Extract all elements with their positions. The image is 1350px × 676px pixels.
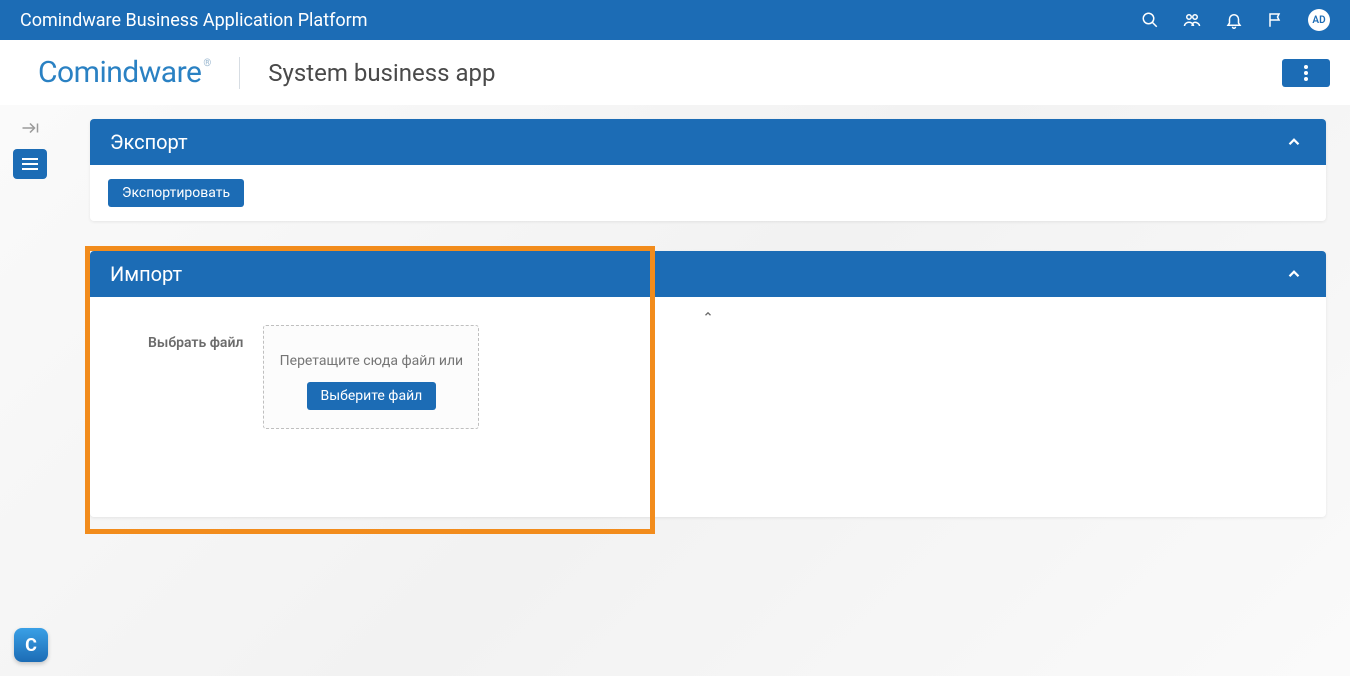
avatar[interactable]: AD [1308, 9, 1330, 31]
content: Экспорт Экспортировать Импорт [60, 105, 1350, 676]
flag-icon[interactable] [1266, 10, 1286, 30]
import-panel-title: Импорт [110, 262, 1282, 286]
collapse-section-icon[interactable] [701, 309, 715, 319]
export-panel-body: Экспортировать [90, 165, 1326, 221]
logo-sup: ® [203, 58, 211, 69]
bell-icon[interactable] [1224, 10, 1244, 30]
page-title: System business app [268, 59, 495, 87]
dropzone-text: Перетащите сюда файл или [278, 352, 464, 372]
choose-file-button[interactable]: Выберите файл [307, 382, 437, 410]
header: Comindware ® System business app [0, 40, 1350, 105]
siderail: C [0, 105, 60, 676]
export-button[interactable]: Экспортировать [108, 179, 244, 207]
topbar: Comindware Business Application Platform… [0, 0, 1350, 40]
import-panel-body: Выбрать файл Перетащите сюда файл или Вы… [90, 297, 1326, 517]
import-panel: Импорт Выбрать файл Перетащите сюда файл… [90, 251, 1326, 517]
body: C Экспорт Экспортировать Импорт [0, 105, 1350, 676]
app-badge[interactable]: C [14, 628, 48, 662]
chevron-up-icon[interactable] [1282, 262, 1306, 286]
import-panel-header[interactable]: Импорт [90, 251, 1326, 297]
collapse-sidebar-icon[interactable] [13, 113, 47, 143]
people-icon[interactable] [1182, 10, 1202, 30]
topbar-title: Comindware Business Application Platform [20, 10, 1140, 31]
file-label: Выбрать файл [148, 325, 243, 351]
topbar-icons: AD [1140, 9, 1330, 31]
more-button[interactable] [1282, 59, 1330, 87]
menu-icon[interactable] [13, 149, 47, 179]
header-separator [239, 57, 240, 89]
logo[interactable]: Comindware ® [38, 55, 211, 90]
search-icon[interactable] [1140, 10, 1160, 30]
file-dropzone[interactable]: Перетащите сюда файл или Выберите файл [263, 325, 479, 429]
file-row: Выбрать файл Перетащите сюда файл или Вы… [108, 325, 1308, 429]
chevron-up-icon[interactable] [1282, 130, 1306, 154]
export-panel-header[interactable]: Экспорт [90, 119, 1326, 165]
logo-text: Comindware [38, 55, 201, 90]
export-panel-title: Экспорт [110, 130, 1282, 154]
export-panel: Экспорт Экспортировать [90, 119, 1326, 221]
